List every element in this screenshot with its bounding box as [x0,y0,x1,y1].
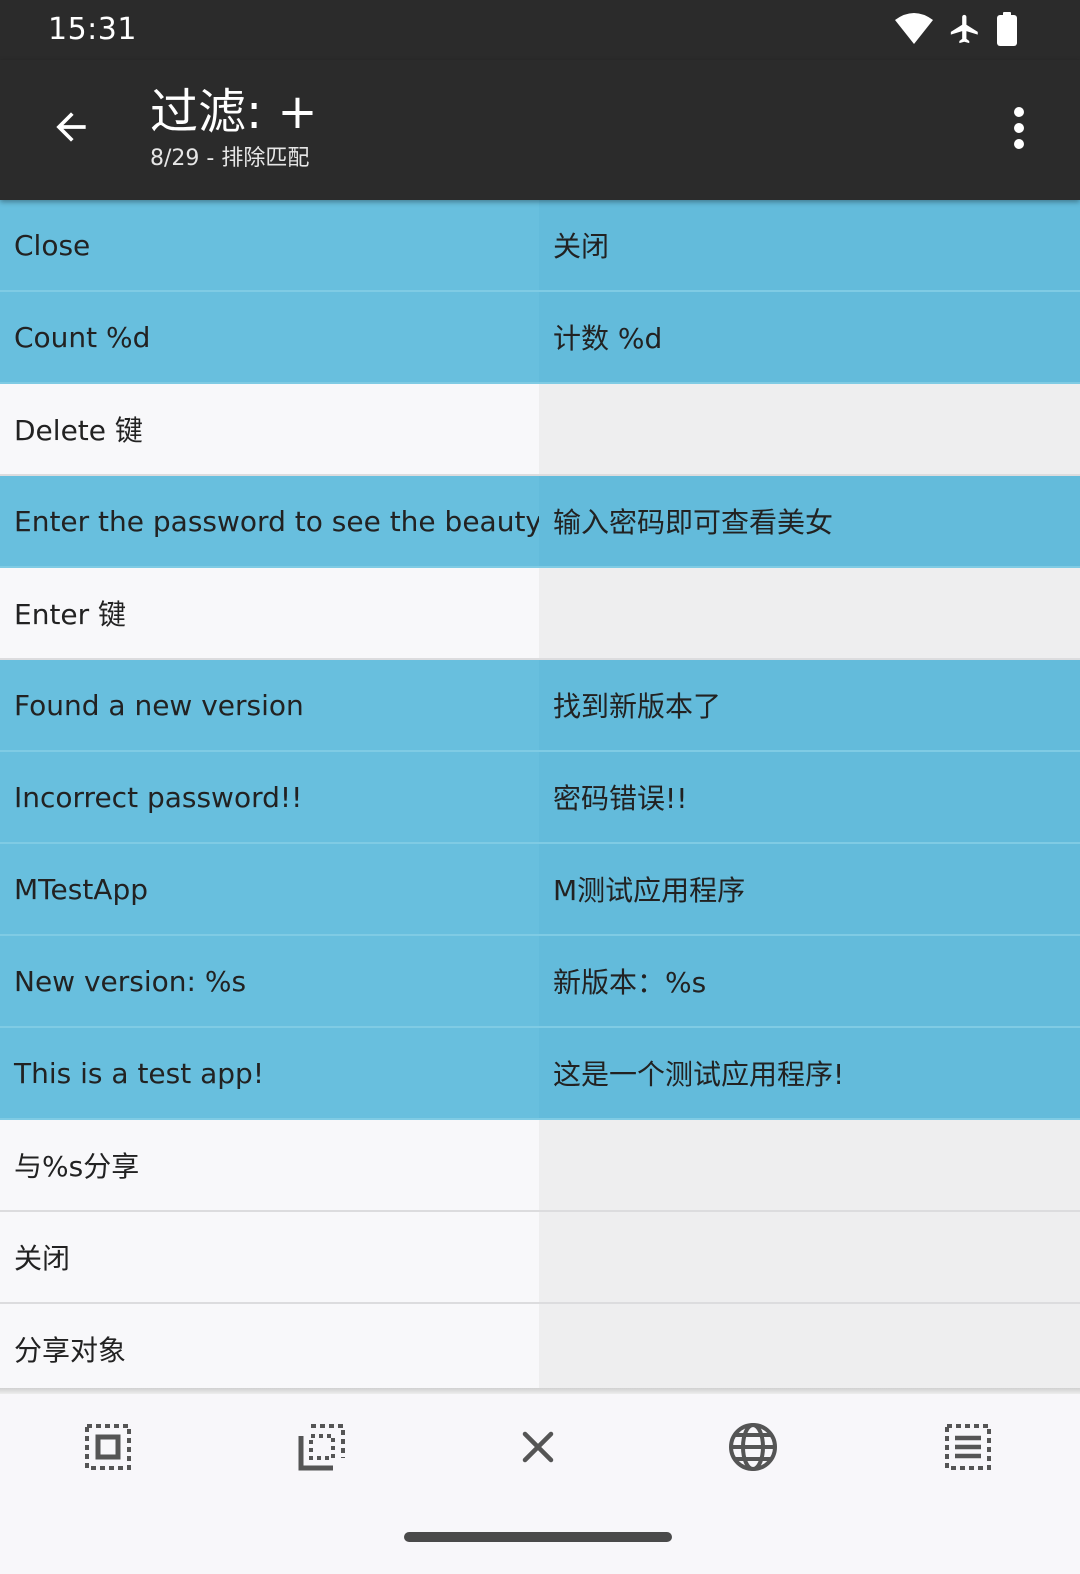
translation-text: 关闭 [539,200,1080,290]
app-bar: 过滤: + 8/29 - 排除匹配 [0,60,1080,200]
list-item[interactable]: Enter 键 [0,568,1080,660]
select-all-icon [83,1422,133,1476]
back-button[interactable] [36,94,106,164]
source-text: Incorrect password!! [0,752,539,842]
list-item[interactable]: New version: %s 新版本：%s [0,936,1080,1028]
page-title: 过滤: + [150,84,318,140]
translation-text [539,384,1080,474]
translation-text: 密码错误!! [539,752,1080,842]
translation-text: 这是一个测试应用程序! [539,1028,1080,1118]
status-time: 15:31 [48,12,137,47]
source-text: Count %d [0,292,539,382]
source-text: Found a new version [0,660,539,750]
strings-list: Close 关闭 Count %d 计数 %d Delete 键 Enter the pa… [0,200,1080,1390]
status-icons [894,12,1018,46]
list-item[interactable]: Incorrect password!! 密码错误!! [0,752,1080,844]
translation-text: 新版本：%s [539,936,1080,1026]
source-text: New version: %s [0,936,539,1026]
translation-text: 输入密码即可查看美女 [539,476,1080,566]
select-all-button[interactable] [78,1419,138,1479]
clear-selection-button[interactable] [508,1419,568,1479]
page-subtitle: 8/29 - 排除匹配 [150,146,310,171]
list-item[interactable]: Delete 键 [0,384,1080,476]
globe-icon [727,1421,779,1477]
list-item[interactable]: This is a test app! 这是一个测试应用程序! [0,1028,1080,1120]
arrow-left-icon [49,105,93,153]
translation-text [539,568,1080,658]
translate-button[interactable] [723,1419,783,1479]
source-text: Enter 键 [0,568,539,658]
list-item[interactable]: 与%s分享 [0,1120,1080,1212]
list-item[interactable]: 分享对象 [0,1304,1080,1390]
source-text: Enter the password to see the beauty [0,476,539,566]
translation-text: M测试应用程序 [539,844,1080,934]
source-text: This is a test app! [0,1028,539,1118]
translation-text [539,1304,1080,1390]
translation-text: 找到新版本了 [539,660,1080,750]
more-options-button[interactable] [994,102,1044,158]
list-item[interactable]: MTestApp M测试应用程序 [0,844,1080,936]
dots-vertical-icon [1012,106,1026,154]
list-item[interactable]: Close 关闭 [0,200,1080,292]
list-item[interactable]: Enter the password to see the beauty 输入密码… [0,476,1080,568]
close-icon [520,1429,556,1469]
translation-text: 计数 %d [539,292,1080,382]
battery-icon [996,12,1018,46]
source-text: 与%s分享 [0,1120,539,1210]
select-inverse-button[interactable] [292,1419,352,1479]
status-bar: 15:31 [0,0,1080,60]
list-item[interactable]: 关闭 [0,1212,1080,1304]
airplane-icon [948,12,982,46]
list-item[interactable]: Found a new version 找到新版本了 [0,660,1080,752]
title-area: 过滤: + 8/29 - 排除匹配 [150,82,318,174]
home-indicator[interactable] [404,1532,672,1542]
translation-text [539,1120,1080,1210]
source-text: MTestApp [0,844,539,934]
navigation-bar [0,1504,1080,1574]
source-text: 分享对象 [0,1304,539,1390]
source-text: Delete 键 [0,384,539,474]
source-text: Close [0,200,539,290]
list-item[interactable]: Count %d 计数 %d [0,292,1080,384]
list-icon [943,1422,993,1476]
select-list-button[interactable] [938,1419,998,1479]
wifi-icon [894,12,934,46]
select-inverse-icon [297,1422,347,1476]
bottom-toolbar [0,1394,1080,1504]
source-text: 关闭 [0,1212,539,1302]
translation-text [539,1212,1080,1302]
